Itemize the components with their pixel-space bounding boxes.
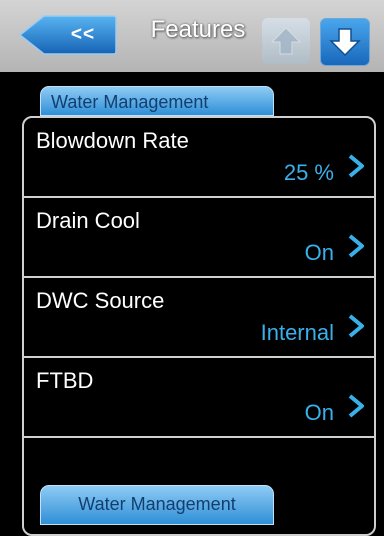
setting-label: FTBD (36, 368, 94, 393)
scroll-down-button[interactable] (320, 18, 370, 66)
scroll-up-button[interactable] (262, 18, 310, 64)
chevron-right-icon (348, 234, 364, 258)
tab-water-management[interactable]: Water Management (40, 86, 274, 116)
settings-panel: Blowdown Rate 25 % Drain Cool On DWC Sou… (22, 116, 376, 536)
setting-row-dwc-source[interactable]: DWC Source Internal (24, 278, 374, 358)
setting-label: Blowdown Rate (36, 128, 189, 153)
setting-label: DWC Source (36, 288, 165, 313)
header-bar: << Features (0, 0, 384, 72)
chevron-right-icon (348, 154, 364, 178)
setting-row-ftbd[interactable]: FTBD On (24, 358, 374, 438)
chevron-right-icon (348, 314, 364, 338)
setting-value: On (304, 240, 334, 265)
tab-water-management-bottom[interactable]: Water Management (40, 485, 274, 525)
page-title: Features (150, 16, 246, 43)
back-button-label: << (70, 24, 96, 45)
setting-row-drain-cool[interactable]: Drain Cool On (24, 198, 374, 278)
chevron-right-icon (348, 394, 364, 418)
setting-value: Internal (260, 320, 334, 345)
arrow-up-icon (270, 27, 302, 55)
back-button[interactable]: << (18, 14, 118, 56)
setting-value: 25 % (283, 160, 334, 185)
arrow-down-icon (329, 28, 361, 57)
setting-value: On (304, 400, 334, 425)
setting-row-blowdown-rate[interactable]: Blowdown Rate 25 % (24, 118, 374, 198)
setting-label: Drain Cool (36, 208, 140, 233)
